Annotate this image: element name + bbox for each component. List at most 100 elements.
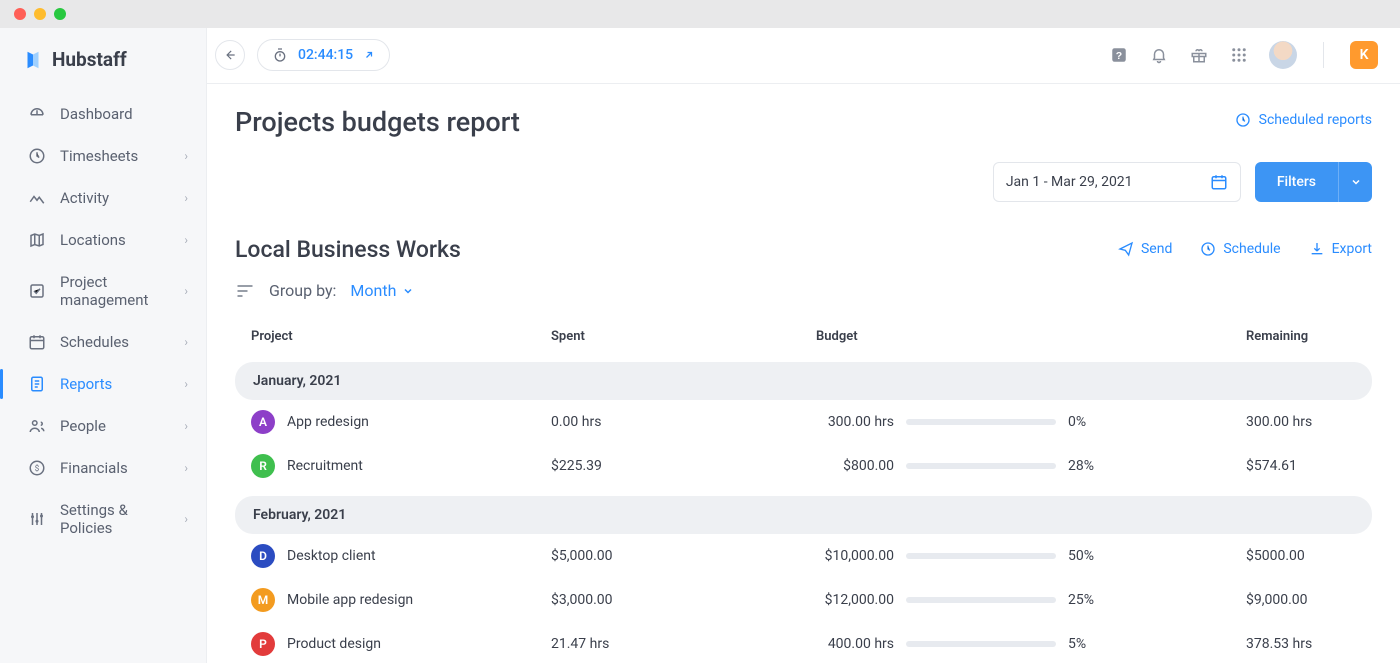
avatar[interactable] (1269, 41, 1297, 69)
col-remaining: Remaining (1246, 329, 1356, 344)
table-header: Project Spent Budget Remaining (235, 319, 1372, 354)
sidebar-item-label: Reports (60, 375, 112, 393)
section-actions: Send Schedule Export (1118, 241, 1372, 257)
progress-pct: 50% (1068, 548, 1110, 564)
financials-icon: $ (28, 459, 46, 477)
spent-cell: $225.39 (551, 458, 816, 474)
group-by-row: Group by: Month (235, 281, 1372, 301)
timesheets-icon (28, 147, 46, 165)
people-icon (28, 417, 46, 435)
sidebar-item-activity[interactable]: Activity› (0, 177, 206, 219)
progress-bar (906, 641, 1056, 647)
filters-button[interactable]: Filters (1255, 162, 1372, 202)
sidebar-item-reports[interactable]: Reports› (0, 363, 206, 405)
chevron-right-icon: › (184, 419, 188, 433)
chevron-right-icon: › (184, 461, 188, 475)
sidebar-item-label: Schedules (60, 333, 129, 351)
download-icon (1309, 241, 1325, 257)
table-row[interactable]: MMobile app redesign$3,000.00$12,000.002… (235, 578, 1372, 622)
clock-icon (1200, 241, 1216, 257)
filters-label: Filters (1255, 174, 1338, 190)
budget-cell: 400.00 hrs 5% (816, 636, 1246, 652)
table-row[interactable]: AApp redesign0.00 hrs300.00 hrs0%300.00 … (235, 400, 1372, 444)
sidebar-item-settings-policies[interactable]: Settings & Policies › (0, 489, 206, 549)
table-row[interactable]: RRecruitment$225.39$800.0028%$574.61 (235, 444, 1372, 488)
sidebar-item-schedules[interactable]: Schedules › (0, 321, 206, 363)
timer-value: 02:44:15 (298, 47, 353, 63)
sidebar-item-financials[interactable]: $Financials› (0, 447, 206, 489)
back-button[interactable] (215, 40, 245, 70)
chevron-right-icon: › (184, 512, 188, 526)
budget-value: 400.00 hrs (816, 636, 894, 652)
project-cell: PProduct design (251, 632, 551, 656)
gift-icon[interactable] (1189, 45, 1209, 65)
sidebar-item-label: People (60, 417, 106, 435)
progress-bar (906, 597, 1056, 603)
project-cell: DDesktop client (251, 544, 551, 568)
progress-bar (906, 463, 1056, 469)
budget-value: 300.00 hrs (816, 414, 894, 430)
sidebar-item-dashboard[interactable]: Dashboard (0, 93, 206, 135)
brand-logo-icon (22, 49, 44, 71)
send-button[interactable]: Send (1118, 241, 1172, 257)
page-header: Projects budgets report Scheduled report… (235, 106, 1372, 138)
sort-icon[interactable] (235, 281, 255, 301)
sidebar: Hubstaff DashboardTimesheets›Activity›Lo… (0, 28, 207, 663)
sidebar-item-locations[interactable]: Locations› (0, 219, 206, 261)
controls-row: Jan 1 - Mar 29, 2021 Filters (235, 162, 1372, 202)
arrow-left-icon (223, 48, 237, 62)
table-row[interactable]: DDesktop client$5,000.00$10,000.0050%$50… (235, 534, 1372, 578)
sidebar-item-label: Settings & Policies (60, 501, 170, 537)
main: 02:44:15 ? (207, 28, 1400, 663)
group-by-select[interactable]: Month (350, 281, 414, 300)
content: Projects budgets report Scheduled report… (207, 84, 1400, 663)
bell-icon[interactable] (1149, 45, 1169, 65)
window-zoom-icon[interactable] (54, 8, 66, 20)
col-project: Project (251, 329, 551, 344)
popout-icon (363, 49, 375, 61)
apps-grid-icon[interactable] (1229, 45, 1249, 65)
schedule-button[interactable]: Schedule (1200, 241, 1280, 257)
sidebar-item-project-management[interactable]: Project management› (0, 261, 206, 321)
window-titlebar (0, 0, 1400, 28)
budget-cell: 300.00 hrs 0% (816, 414, 1246, 430)
progress-pct: 5% (1068, 636, 1110, 652)
window-close-icon[interactable] (14, 8, 26, 20)
project-name: Desktop client (287, 548, 376, 564)
budget-cell: $10,000.0050% (816, 548, 1246, 564)
clock-icon (1235, 112, 1251, 128)
chevron-down-icon (1350, 176, 1362, 188)
help-icon[interactable]: ? (1109, 45, 1129, 65)
chevron-right-icon: › (184, 335, 188, 349)
chevron-right-icon: › (184, 284, 188, 298)
stopwatch-icon (272, 47, 288, 63)
brand[interactable]: Hubstaff (0, 38, 206, 93)
sidebar-item-timesheets[interactable]: Timesheets› (0, 135, 206, 177)
window-minimize-icon[interactable] (34, 8, 46, 20)
scheduled-reports-label: Scheduled reports (1259, 112, 1372, 128)
group-row: January, 2021 (235, 362, 1372, 400)
budget-cell: $12,000.0025% (816, 592, 1246, 608)
progress-pct: 28% (1068, 458, 1110, 474)
sidebar-item-label: Locations (60, 231, 126, 249)
project-name: Product design (287, 636, 381, 652)
scheduled-reports-link[interactable]: Scheduled reports (1235, 112, 1372, 128)
remaining-cell: $9,000.00 (1246, 592, 1356, 608)
table-row[interactable]: PProduct design21.47 hrs400.00 hrs5%378.… (235, 622, 1372, 663)
export-button[interactable]: Export (1309, 241, 1372, 257)
org-badge[interactable]: K (1350, 41, 1378, 69)
calendar-icon (1210, 173, 1228, 191)
date-range-picker[interactable]: Jan 1 - Mar 29, 2021 (993, 162, 1241, 202)
sidebar-item-people[interactable]: People › (0, 405, 206, 447)
progress-pct: 0% (1068, 414, 1110, 430)
reports-icon (28, 375, 46, 393)
budgets-table: Project Spent Budget Remaining January, … (235, 319, 1372, 663)
spent-cell: $5,000.00 (551, 548, 816, 564)
sidebar-item-label: Activity (60, 189, 109, 207)
spent-cell: 0.00 hrs (551, 414, 816, 430)
timer-pill[interactable]: 02:44:15 (257, 39, 390, 71)
project-badge: R (251, 454, 275, 478)
filters-caret[interactable] (1338, 162, 1372, 202)
budget-value: $800.00 (816, 458, 894, 474)
svg-text:?: ? (1116, 50, 1122, 62)
